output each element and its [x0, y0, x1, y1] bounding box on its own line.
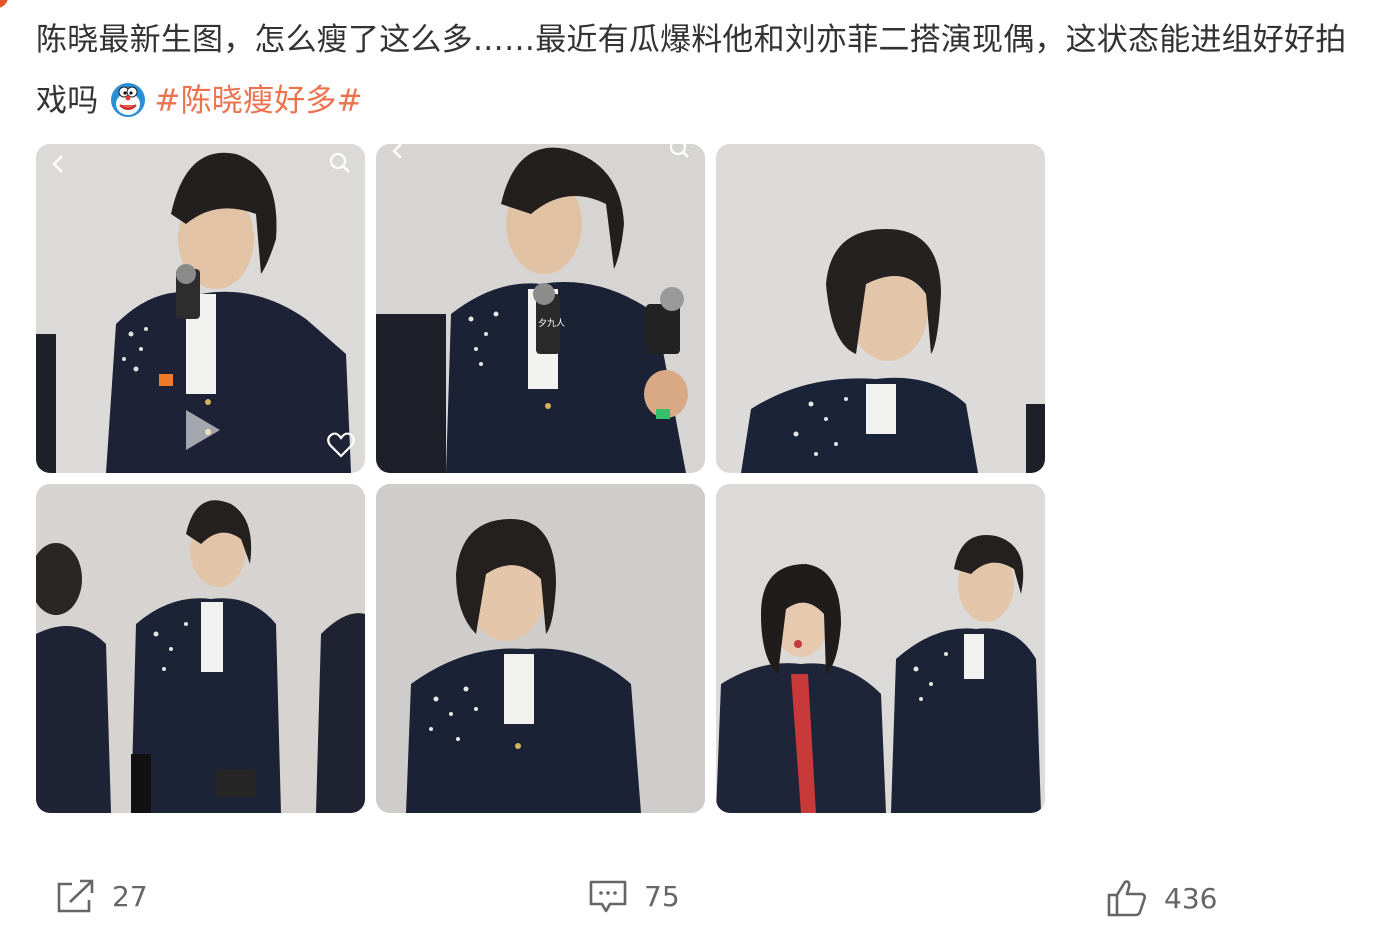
- share-count: 27: [112, 879, 148, 913]
- back-chevron-icon-2[interactable]: [390, 144, 406, 158]
- search-icon-2[interactable]: [669, 144, 691, 158]
- back-chevron-icon[interactable]: [50, 154, 68, 174]
- photo-4[interactable]: [36, 484, 365, 813]
- hashtag-link[interactable]: #陈晓瘦好多#: [154, 83, 362, 119]
- photo-2[interactable]: 夕九人: [376, 144, 705, 473]
- share-button[interactable]: 27: [56, 878, 148, 914]
- comment-icon: [588, 878, 628, 914]
- photo-grid: 夕九人: [36, 144, 1046, 814]
- share-icon: [56, 878, 96, 914]
- search-icon[interactable]: [329, 152, 351, 174]
- photo-1[interactable]: [36, 144, 365, 473]
- notification-dot: [0, 0, 8, 8]
- heart-icon[interactable]: [327, 432, 355, 458]
- like-button[interactable]: 436: [1106, 878, 1217, 918]
- play-icon[interactable]: [178, 406, 226, 454]
- action-bar: 27 75 436: [0, 860, 1392, 940]
- photo-6[interactable]: [716, 484, 1045, 813]
- comment-count: 75: [644, 879, 680, 913]
- comment-button[interactable]: 75: [588, 878, 680, 914]
- photo-5[interactable]: [376, 484, 705, 813]
- like-count: 436: [1164, 881, 1218, 915]
- mic-logo-text: 夕九人: [538, 317, 565, 329]
- post-text: 陈晓最新生图，怎么瘦了这么多……最近有瓜爆料他和刘亦菲二搭演现偶，这状态能进组好…: [36, 10, 1376, 132]
- doraemon-emoji-icon: [108, 79, 148, 119]
- photo-3[interactable]: [716, 144, 1045, 473]
- thumbs-up-icon: [1106, 878, 1148, 918]
